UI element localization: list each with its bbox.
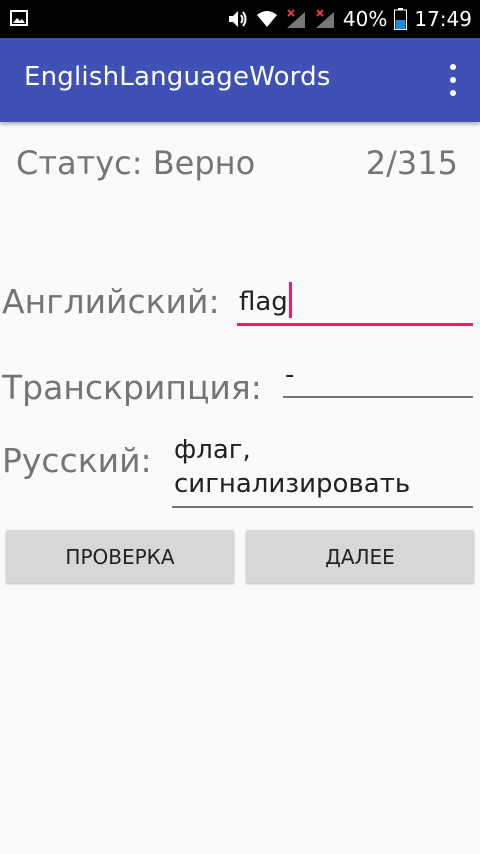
more-vert-icon[interactable] (446, 64, 460, 96)
transcription-field[interactable]: - (283, 360, 473, 398)
transcription-value: - (285, 360, 295, 390)
gallery-icon (10, 10, 28, 26)
signal-icon-1 (286, 9, 305, 28)
check-button[interactable]: ПРОВЕРКА (6, 530, 234, 583)
text-cursor (288, 282, 292, 318)
battery-percent: 40% (342, 7, 388, 31)
app-bar: EnglishLanguageWords (0, 38, 480, 122)
russian-value-line1: флаг, (174, 435, 251, 465)
app-title: EnglishLanguageWords (24, 62, 331, 92)
russian-value-line2: сигнализировать (174, 469, 411, 499)
battery-icon (394, 8, 408, 30)
russian-label: Русский: (2, 441, 152, 480)
word-counter: 2/315 (365, 144, 458, 182)
english-label: Английский: (2, 282, 220, 321)
signal-icon-2 (315, 9, 334, 28)
wifi-icon (256, 11, 277, 27)
status-label: Статус: Верно (16, 144, 256, 182)
english-input[interactable]: flag (237, 282, 473, 326)
status-bar: 40% 17:49 (0, 0, 480, 38)
russian-field[interactable]: флаг, сигнализировать (172, 433, 473, 508)
clock: 17:49 (414, 7, 472, 31)
volume-icon (228, 11, 247, 27)
transcription-label: Транскрипция: (2, 368, 262, 407)
status-bar-right: 40% 17:49 (227, 0, 472, 38)
english-value: flag (239, 287, 288, 317)
next-button[interactable]: ДАЛЕЕ (246, 530, 474, 583)
